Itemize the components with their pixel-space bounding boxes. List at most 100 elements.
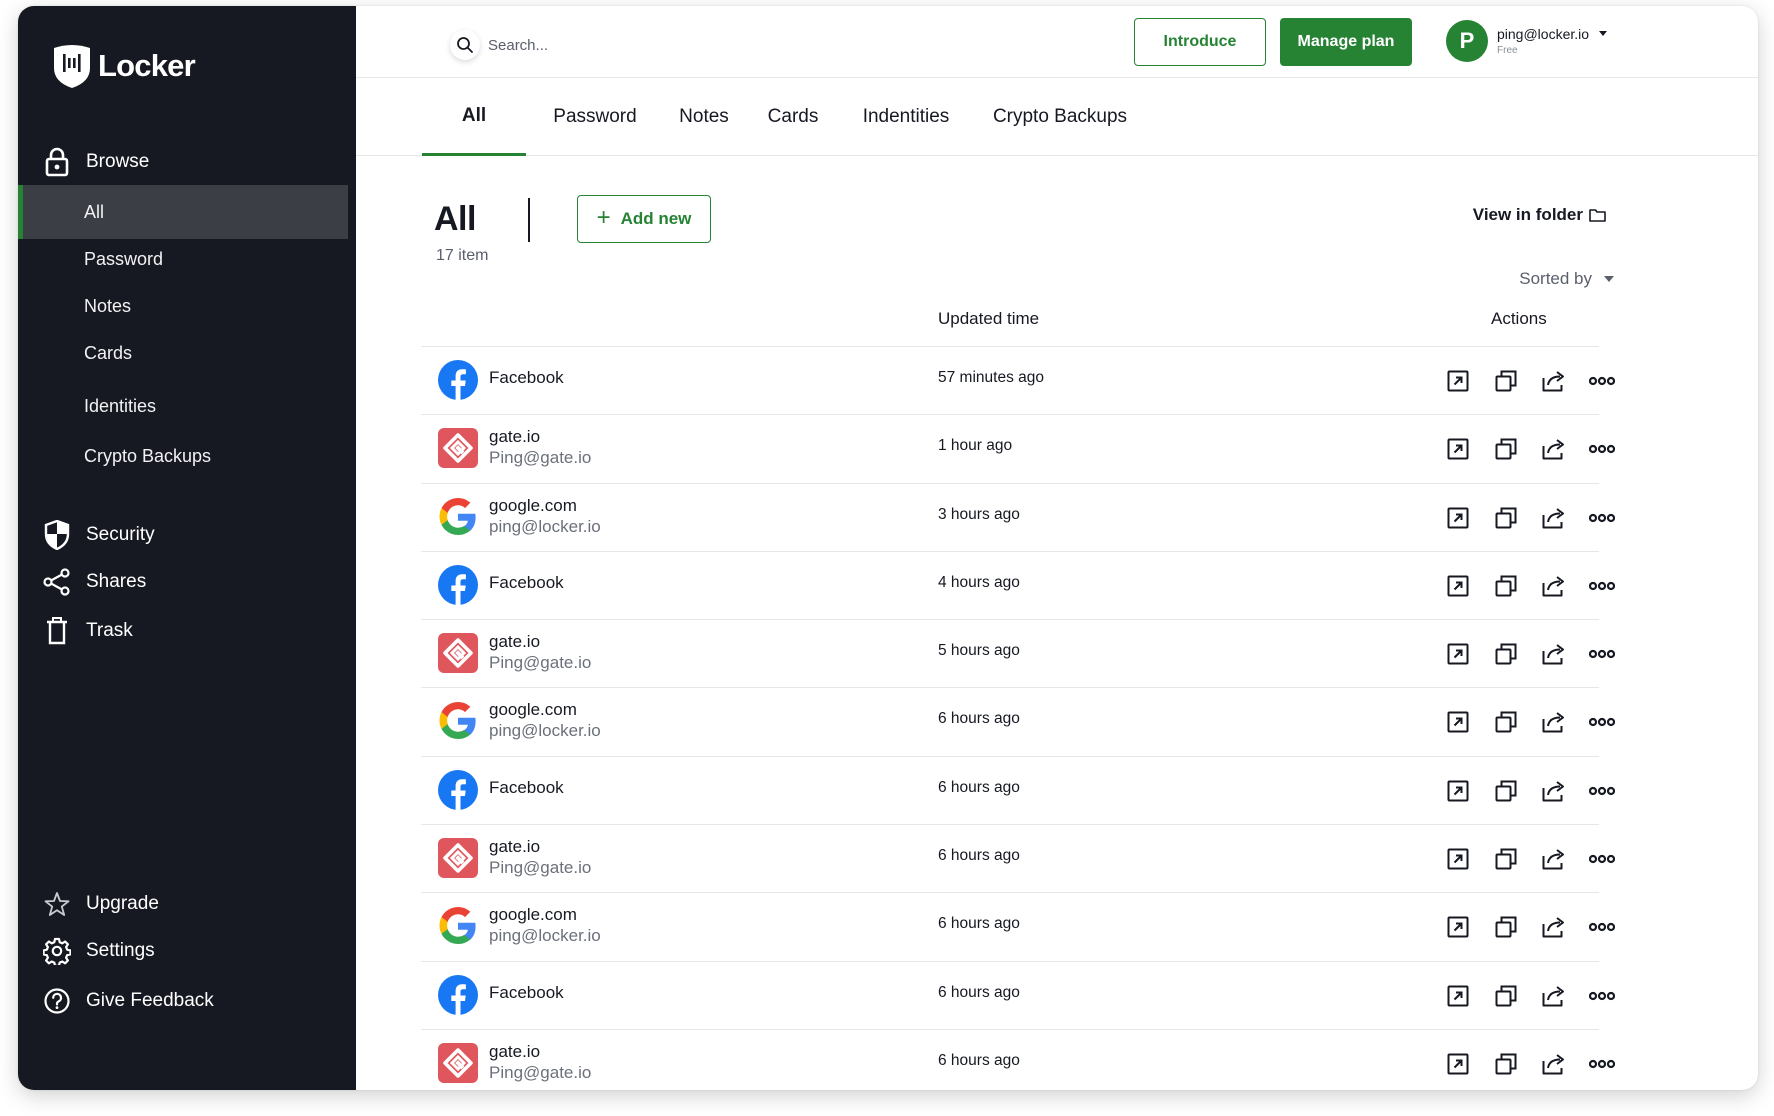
share-item-button[interactable]	[1530, 972, 1578, 1020]
more-options-button[interactable]	[1578, 698, 1626, 746]
manage-plan-button[interactable]: Manage plan	[1280, 18, 1412, 66]
sidebar-item-give-feedback[interactable]: Give Feedback	[18, 981, 356, 1021]
copy-item-button[interactable]	[1482, 903, 1530, 951]
more-options-button[interactable]	[1578, 972, 1626, 1020]
share-item-button[interactable]	[1530, 357, 1578, 405]
view-in-folder-button[interactable]: View in folder	[1473, 205, 1606, 225]
sidebar-subitem-identities[interactable]: Identities	[18, 383, 348, 429]
open-item-button[interactable]	[1434, 494, 1482, 542]
copy-item-button[interactable]	[1482, 494, 1530, 542]
sidebar-item-shares[interactable]: Shares	[18, 562, 356, 602]
open-item-button[interactable]	[1434, 630, 1482, 678]
copy-item-button[interactable]	[1482, 425, 1530, 473]
share-item-button[interactable]	[1530, 425, 1578, 473]
item-actions	[1434, 552, 1626, 620]
tab-notes[interactable]: Notes	[660, 78, 748, 156]
account-menu[interactable]: P ping@locker.io Free	[1446, 20, 1608, 62]
tab-cards[interactable]: Cards	[752, 78, 834, 156]
more-options-button[interactable]	[1578, 767, 1626, 815]
open-item-button[interactable]	[1434, 767, 1482, 815]
more-icon	[1589, 717, 1615, 727]
search-input[interactable]: Search...	[450, 30, 548, 60]
sidebar-item-browse[interactable]: Browse	[18, 142, 356, 182]
open-item-button[interactable]	[1434, 972, 1482, 1020]
copy-item-button[interactable]	[1482, 562, 1530, 610]
open-item-button[interactable]	[1434, 698, 1482, 746]
list-item[interactable]: gate.io Ping@gate.io 6 hours ago	[421, 824, 1615, 892]
sidebar-subitem-notes[interactable]: Notes	[18, 283, 348, 329]
list-item[interactable]: google.com ping@locker.io 3 hours ago	[421, 482, 1615, 551]
list-item[interactable]: google.com ping@locker.io 6 hours ago	[421, 892, 1615, 960]
item-name: Facebook	[489, 368, 564, 387]
sidebar-subitem-password[interactable]: Password	[18, 236, 348, 282]
sort-dropdown[interactable]: Sorted by	[1519, 269, 1614, 289]
brand[interactable]: Locker	[50, 42, 196, 90]
copy-item-button[interactable]	[1482, 357, 1530, 405]
share-item-button[interactable]	[1530, 767, 1578, 815]
more-options-button[interactable]	[1578, 494, 1626, 542]
more-options-button[interactable]	[1578, 357, 1626, 405]
share-item-button[interactable]	[1530, 562, 1578, 610]
sidebar-item-upgrade[interactable]: Upgrade	[18, 884, 356, 924]
share-item-button[interactable]	[1530, 1040, 1578, 1088]
list-item[interactable]: gate.io Ping@gate.io 6 hours ago	[421, 1028, 1615, 1090]
share-item-button[interactable]	[1530, 698, 1578, 746]
facebook-logo-icon	[437, 359, 479, 401]
item-username: ping@locker.io	[489, 516, 601, 536]
add-new-button[interactable]: + Add new	[577, 195, 711, 243]
list-item[interactable]: Facebook 6 hours ago	[421, 755, 1615, 824]
item-updated-time: 5 hours ago	[938, 642, 1020, 660]
copy-item-button[interactable]	[1482, 630, 1530, 678]
open-item-button[interactable]	[1434, 903, 1482, 951]
list-item[interactable]: Facebook 4 hours ago	[421, 550, 1615, 619]
tab-password[interactable]: Password	[532, 78, 658, 156]
share-item-button[interactable]	[1530, 903, 1578, 951]
copy-item-button[interactable]	[1482, 698, 1530, 746]
tab-crypto-backups[interactable]: Crypto Backups	[980, 78, 1140, 156]
item-username: Ping@gate.io	[489, 1062, 592, 1082]
list-item[interactable]: google.com ping@locker.io 6 hours ago	[421, 687, 1615, 755]
open-item-button[interactable]	[1434, 835, 1482, 883]
sidebar-item-trash[interactable]: Trask	[18, 611, 356, 651]
open-item-button[interactable]	[1434, 357, 1482, 405]
copy-item-button[interactable]	[1482, 972, 1530, 1020]
item-name: Facebook	[489, 572, 564, 592]
more-options-button[interactable]	[1578, 1040, 1626, 1088]
introduce-button[interactable]: Introduce	[1134, 18, 1266, 66]
copy-icon	[1495, 643, 1517, 665]
account-email: ping@locker.io	[1497, 25, 1590, 42]
sidebar-subitem-cards[interactable]: Cards	[18, 330, 348, 376]
sidebar-subitem-crypto-backups[interactable]: Crypto Backups	[18, 433, 348, 479]
trash-icon	[42, 616, 72, 646]
share-item-button[interactable]	[1530, 835, 1578, 883]
share-icon	[1542, 985, 1566, 1007]
open-item-button[interactable]	[1434, 1040, 1482, 1088]
list-item[interactable]: Facebook 57 minutes ago	[421, 346, 1615, 414]
copy-item-button[interactable]	[1482, 835, 1530, 883]
more-options-button[interactable]	[1578, 425, 1626, 473]
copy-item-button[interactable]	[1482, 767, 1530, 815]
open-item-button[interactable]	[1434, 425, 1482, 473]
more-options-button[interactable]	[1578, 903, 1626, 951]
item-updated-time: 6 hours ago	[938, 778, 1020, 796]
more-options-button[interactable]	[1578, 835, 1626, 883]
sidebar-subitem-all[interactable]: All	[18, 185, 348, 239]
more-options-button[interactable]	[1578, 630, 1626, 678]
share-item-button[interactable]	[1530, 630, 1578, 678]
list-item[interactable]: gate.io Ping@gate.io 5 hours ago	[421, 619, 1615, 687]
folder-icon	[1589, 209, 1606, 222]
tab-identities[interactable]: Indentities	[836, 78, 976, 156]
more-icon	[1589, 991, 1615, 1001]
sidebar-item-security[interactable]: Security	[18, 515, 356, 555]
open-external-icon	[1447, 370, 1469, 392]
list-item[interactable]: gate.io Ping@gate.io 1 hour ago	[421, 414, 1615, 482]
copy-item-button[interactable]	[1482, 1040, 1530, 1088]
more-options-button[interactable]	[1578, 562, 1626, 610]
share-item-button[interactable]	[1530, 494, 1578, 542]
tab-all[interactable]: All	[422, 78, 526, 156]
item-name: gate.io	[489, 632, 541, 652]
sidebar-item-settings[interactable]: Settings	[18, 931, 356, 971]
list-item[interactable]: Facebook 6 hours ago	[421, 960, 1615, 1029]
open-item-button[interactable]	[1434, 562, 1482, 610]
item-name: Facebook	[489, 982, 564, 1002]
